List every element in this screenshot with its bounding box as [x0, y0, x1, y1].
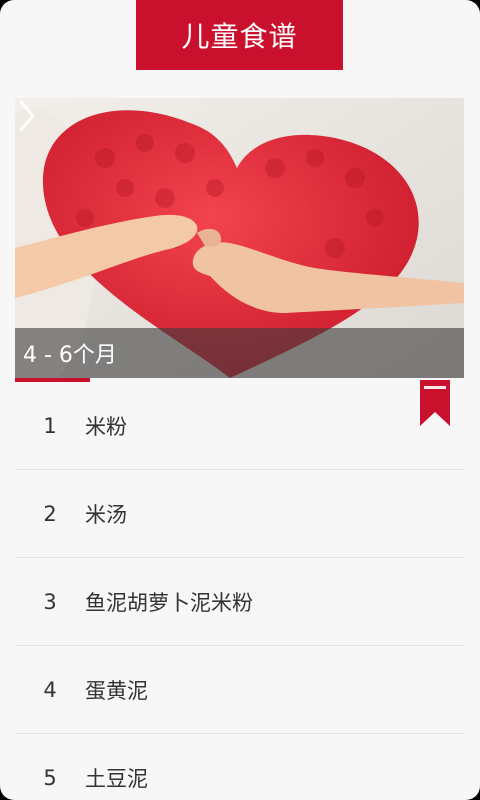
item-name: 米汤	[85, 502, 127, 527]
bookmark-icon[interactable]	[420, 380, 450, 426]
page-title: 儿童食谱	[136, 0, 343, 70]
item-number: 2	[43, 501, 57, 526]
list-item[interactable]: 4 蛋黄泥	[15, 646, 464, 734]
chevron-right-icon[interactable]	[15, 98, 39, 134]
list-item[interactable]: 2 米汤	[15, 470, 464, 558]
item-number: 5	[43, 765, 57, 790]
page-title-text: 儿童食谱	[181, 20, 298, 53]
list-item[interactable]: 1 米粉	[15, 382, 464, 470]
item-name: 土豆泥	[85, 766, 148, 791]
item-name: 鱼泥胡萝卜泥米粉	[85, 590, 253, 615]
list-item[interactable]: 5 土豆泥	[15, 734, 464, 800]
banner-carousel[interactable]: 4 - 6个月	[15, 98, 464, 378]
item-number: 1	[43, 413, 57, 438]
item-number: 4	[43, 677, 57, 702]
item-name: 蛋黄泥	[85, 678, 148, 703]
item-number: 3	[43, 589, 57, 614]
banner-caption-text: 4 - 6个月	[23, 343, 117, 368]
list-item[interactable]: 3 鱼泥胡萝卜泥米粉	[15, 558, 464, 646]
recipe-list: 1 米粉 2 米汤 3 鱼泥胡萝卜泥米粉 4 蛋黄泥 5 土豆泥	[15, 382, 464, 800]
banner-caption: 4 - 6个月	[15, 328, 464, 378]
app-screen: 儿童食谱 4 - 6个月 1 米粉 2 米汤 3 鱼泥胡萝卜泥米粉 4 蛋黄泥 …	[0, 0, 480, 800]
item-name: 米粉	[85, 414, 127, 439]
